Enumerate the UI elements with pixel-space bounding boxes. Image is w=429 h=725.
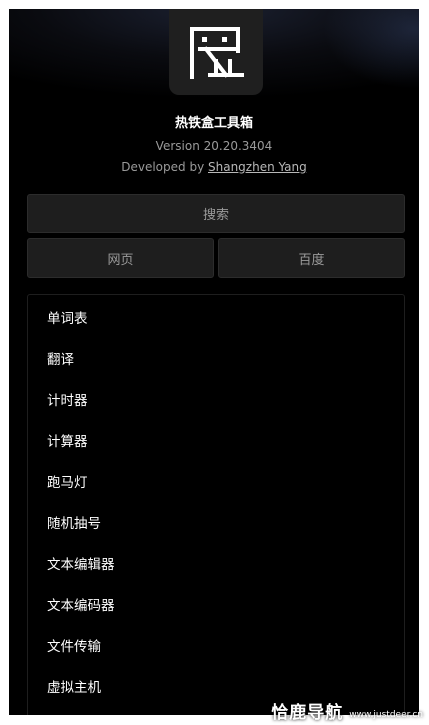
baidu-search-button[interactable]: 百度	[218, 238, 405, 278]
app-window: 热铁盒工具箱 Version 20.20.3404 Developed by S…	[9, 9, 419, 715]
tool-list: 单词表 翻译 计时器 计算器 跑马灯 随机抽号 文本编辑器 文本编码器 文件传输…	[27, 294, 405, 715]
tool-item-translate[interactable]: 翻译	[47, 348, 74, 368]
tool-item-file-transfer[interactable]: 文件传输	[47, 635, 101, 655]
logo-icon	[190, 27, 244, 79]
tool-item-text-editor[interactable]: 文本编辑器	[47, 553, 115, 573]
tool-item-random-draw[interactable]: 随机抽号	[47, 512, 101, 532]
watermark: 恰鹿导航 www.justdeer.cn	[271, 698, 423, 723]
web-search-button[interactable]: 网页	[27, 238, 214, 278]
tool-item-virtual-host[interactable]: 虚拟主机	[47, 676, 101, 696]
app-version: Version 20.20.3404	[155, 139, 273, 153]
search-button[interactable]: 搜索	[27, 194, 405, 233]
app-name: 热铁盒工具箱	[174, 116, 253, 131]
tool-item-wordlist[interactable]: 单词表	[47, 307, 88, 327]
developer-line: Developed by Shangzhen Yang	[9, 160, 419, 174]
watermark-name: 恰鹿导航	[271, 703, 344, 723]
tool-item-timer[interactable]: 计时器	[47, 389, 88, 409]
tool-item-marquee[interactable]: 跑马灯	[47, 471, 88, 491]
developed-by-label: Developed by	[121, 160, 205, 174]
developer-link[interactable]: Shangzhen Yang	[208, 160, 307, 174]
tool-item-text-encoder[interactable]: 文本编码器	[47, 594, 115, 614]
watermark-url: www.justdeer.cn	[349, 710, 423, 720]
tool-item-calculator[interactable]: 计算器	[47, 430, 88, 450]
app-logo	[169, 9, 263, 95]
